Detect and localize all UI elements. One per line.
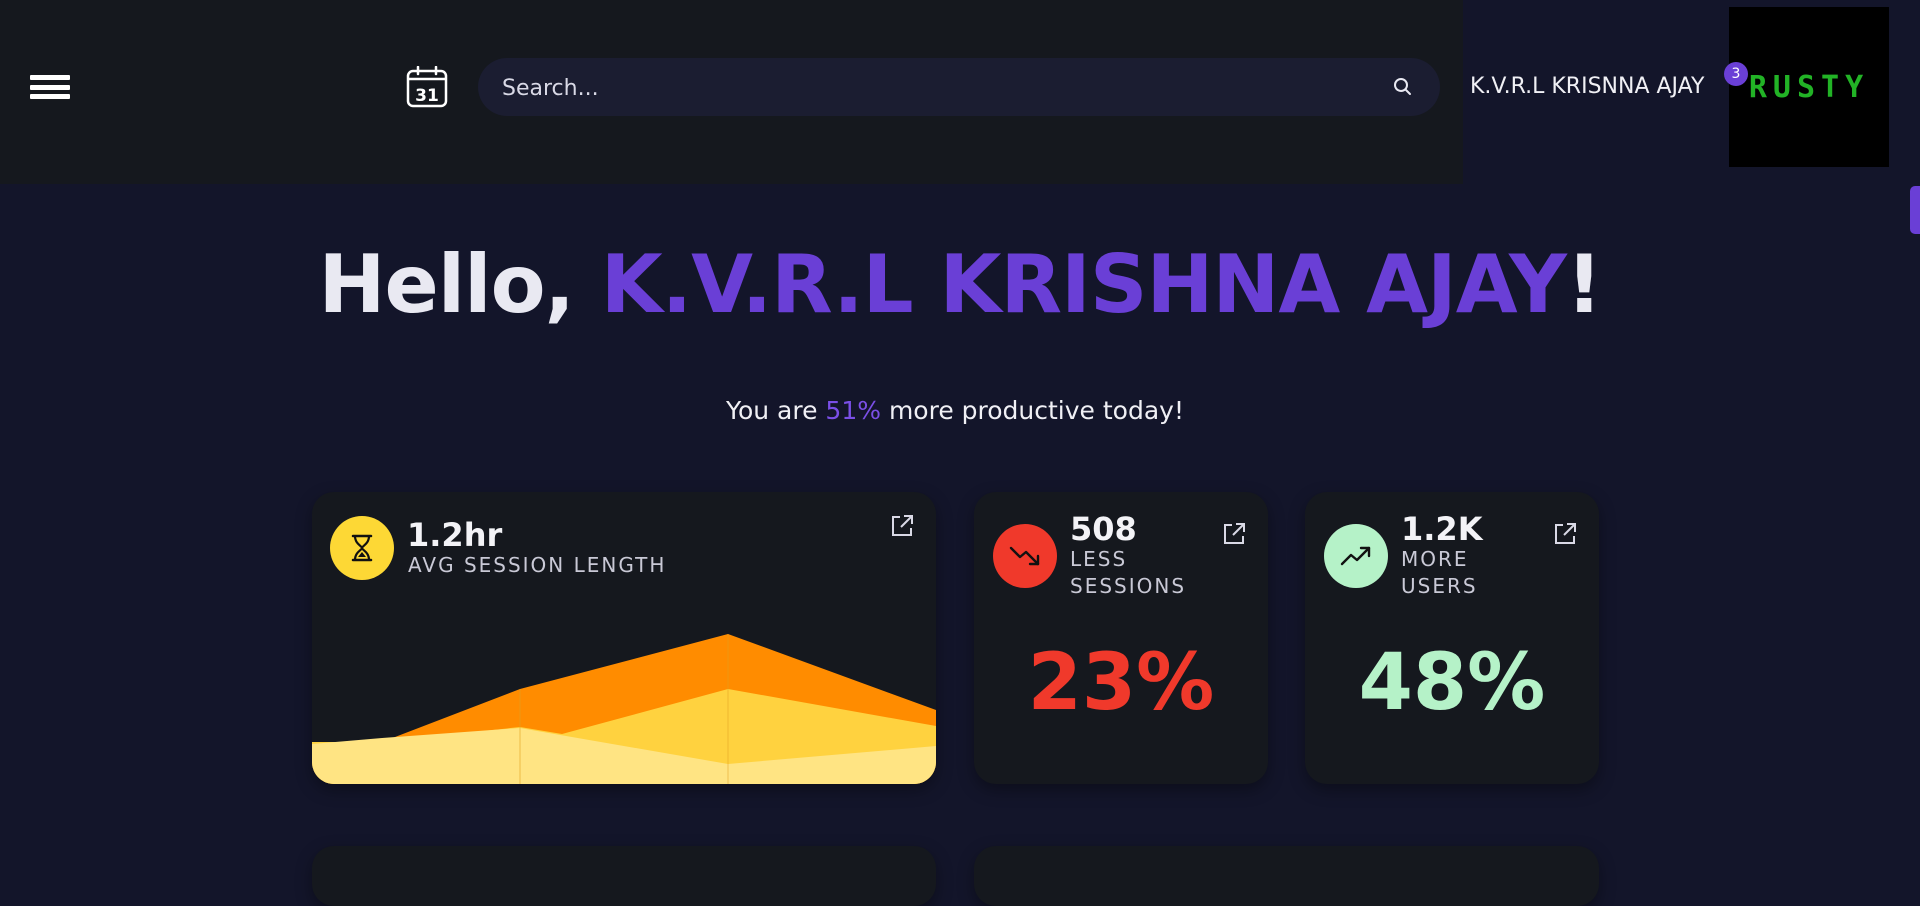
sessions-label-line1: LESS <box>1070 547 1128 571</box>
logo-text: RUSTY <box>1748 69 1870 105</box>
productivity-percent: 51% <box>825 396 881 425</box>
subtitle-before: You are <box>726 396 826 425</box>
menu-icon[interactable] <box>30 75 70 99</box>
trend-up-icon <box>1324 524 1388 588</box>
users-card: 1.2K MORE USERS 48% <box>1305 492 1599 784</box>
users-value: 1.2K <box>1401 510 1483 548</box>
greeting-prefix: Hello, <box>318 238 601 331</box>
session-length-label: AVG SESSION LENGTH <box>408 553 667 577</box>
external-link-icon[interactable] <box>1220 520 1248 548</box>
external-link-icon[interactable] <box>888 512 916 540</box>
subtitle-after: more productive today! <box>881 396 1184 425</box>
sessions-card: 508 LESS SESSIONS 23% <box>974 492 1268 784</box>
session-length-card: 1.2hr AVG SESSION LENGTH <box>312 492 936 784</box>
users-label: MORE USERS <box>1401 546 1478 600</box>
search-input[interactable] <box>500 58 1364 118</box>
lower-card-right <box>974 846 1599 906</box>
scrollbar-thumb[interactable] <box>1910 186 1920 234</box>
productivity-message: You are 51% more productive today! <box>0 396 1910 425</box>
rusty-logo[interactable]: RUSTY <box>1729 7 1889 167</box>
users-percent: 48% <box>1358 638 1546 728</box>
greeting-suffix: ! <box>1565 238 1602 331</box>
hourglass-icon <box>330 516 394 580</box>
lower-card-left <box>312 846 936 906</box>
search-icon[interactable] <box>1391 75 1415 99</box>
user-name[interactable]: K.V.R.L KRISNNA AJAY <box>1470 74 1704 99</box>
users-label-line2: USERS <box>1401 574 1478 598</box>
session-length-value: 1.2hr <box>407 516 503 554</box>
search-bar <box>478 58 1440 118</box>
sessions-value: 508 <box>1070 510 1137 548</box>
sessions-label: LESS SESSIONS <box>1070 546 1186 600</box>
session-area-chart <box>312 634 936 784</box>
sessions-label-line2: SESSIONS <box>1070 574 1187 598</box>
trend-down-icon <box>993 524 1057 588</box>
calendar-icon[interactable]: 31 <box>406 65 448 108</box>
greeting-heading: Hello, K.V.R.L KRISHNA AJAY! <box>0 238 1920 331</box>
sessions-percent: 23% <box>1027 638 1215 728</box>
greeting-name: K.V.R.L KRISHNA AJAY <box>600 238 1567 331</box>
external-link-icon[interactable] <box>1551 520 1579 548</box>
notification-badge[interactable]: 3 <box>1724 62 1748 86</box>
users-label-line1: MORE <box>1401 547 1469 571</box>
calendar-day: 31 <box>415 86 439 106</box>
